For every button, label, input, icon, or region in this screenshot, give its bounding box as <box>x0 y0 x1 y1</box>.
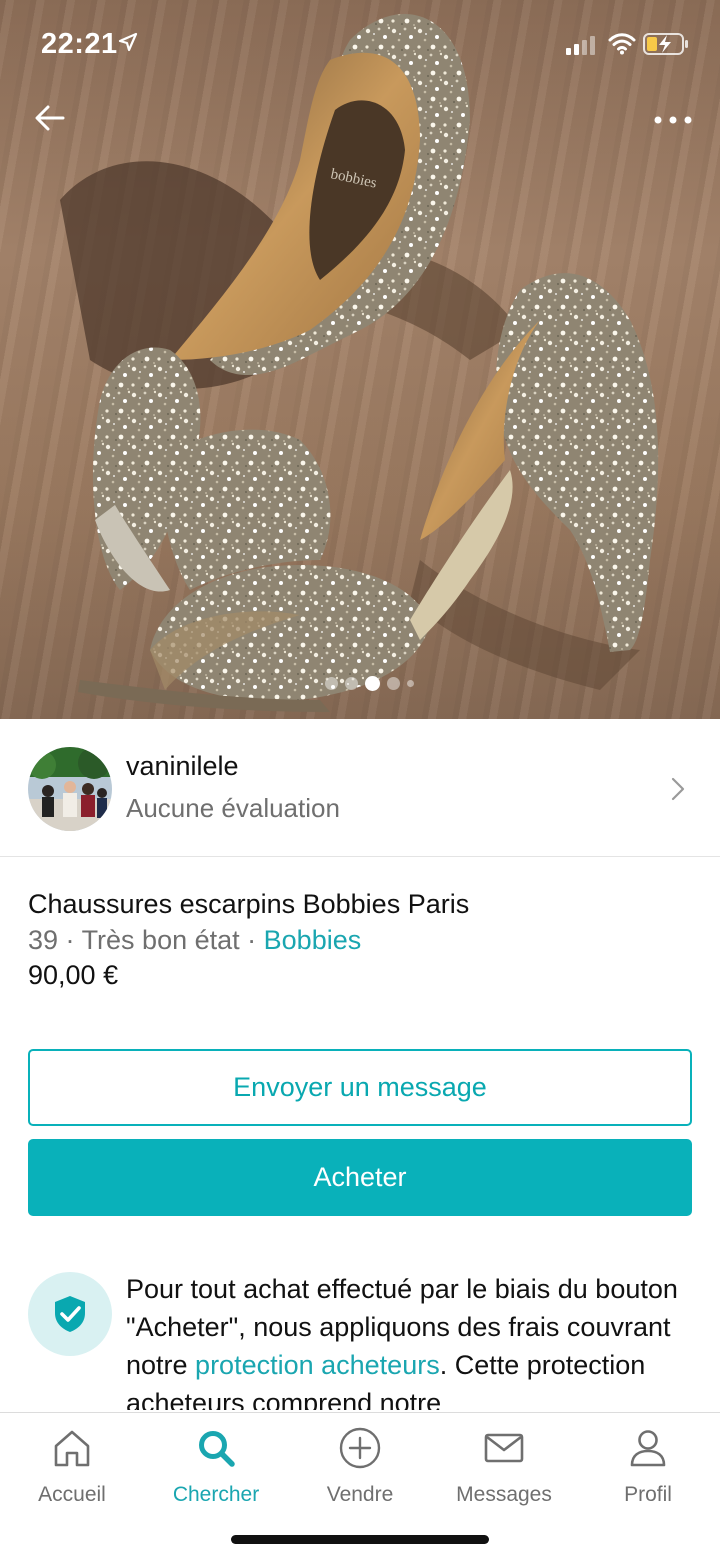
meta-separator: · <box>239 925 264 955</box>
more-horizontal-icon <box>654 116 692 124</box>
battery-charging-icon <box>643 33 688 55</box>
gallery-dot[interactable] <box>406 680 414 687</box>
shield-check-icon <box>55 1296 85 1332</box>
send-message-button[interactable]: Envoyer un message <box>28 1049 692 1126</box>
gallery-dot[interactable] <box>324 677 338 690</box>
wifi-icon <box>608 33 636 55</box>
user-icon <box>630 1430 666 1467</box>
item-photo-gallery[interactable]: bobbies 22:21 <box>0 0 720 719</box>
buy-button[interactable]: Acheter <box>28 1139 692 1216</box>
search-icon <box>199 1431 235 1467</box>
tab-messages[interactable]: Messages <box>432 1413 576 1513</box>
brand-link[interactable]: Bobbies <box>264 925 362 955</box>
gallery-dot-active[interactable] <box>364 676 380 691</box>
item-size: 39 <box>28 925 59 955</box>
tab-label: Messages <box>456 1483 552 1506</box>
gallery-dot[interactable] <box>386 677 400 690</box>
item-price: 90,00 € <box>28 960 119 990</box>
cellular-signal-icon <box>566 36 595 55</box>
protection-badge <box>28 1272 112 1356</box>
gallery-pagination <box>0 676 720 691</box>
status-bar: 22:21 <box>0 22 720 66</box>
meta-separator: · <box>58 925 82 955</box>
seller-avatar[interactable] <box>28 747 112 831</box>
tab-vendre[interactable]: Vendre <box>288 1413 432 1513</box>
more-options-button[interactable] <box>648 100 698 140</box>
bottom-tab-bar: Accueil Chercher Vendre Messages Profil <box>0 1412 720 1557</box>
back-button[interactable] <box>28 96 72 140</box>
location-arrow-icon <box>118 32 138 52</box>
seller-username: vaninilele <box>126 751 239 781</box>
item-meta: 39 · Très bon état · Bobbies <box>28 925 361 956</box>
home-indicator <box>231 1535 489 1544</box>
tab-accueil[interactable]: Accueil <box>0 1413 144 1513</box>
tab-label: Profil <box>624 1483 672 1506</box>
buyer-protection-text: Pour tout achat effectué par le biais du… <box>126 1270 696 1410</box>
status-time: 22:21 <box>41 28 118 60</box>
seller-rating: Aucune évaluation <box>126 793 340 823</box>
chevron-right-icon <box>671 777 685 801</box>
item-photo: bobbies <box>60 14 659 712</box>
plus-circle-icon <box>339 1427 381 1469</box>
tab-chercher[interactable]: Chercher <box>144 1413 288 1513</box>
gallery-dot[interactable] <box>344 677 358 690</box>
buyer-protection-link[interactable]: protection acheteurs <box>195 1350 440 1380</box>
seller-row[interactable]: vaninilele Aucune évaluation <box>0 719 720 857</box>
tab-label: Vendre <box>326 1483 394 1506</box>
tab-profil[interactable]: Profil <box>576 1413 720 1513</box>
mail-icon <box>484 1433 524 1463</box>
item-condition: Très bon état <box>81 925 240 955</box>
item-title: Chaussures escarpins Bobbies Paris <box>28 889 470 919</box>
home-icon <box>54 1430 90 1467</box>
arrow-left-icon <box>35 105 65 131</box>
avatar-photo <box>28 747 112 831</box>
tab-label: Accueil <box>38 1483 106 1506</box>
tab-label: Chercher <box>172 1483 260 1506</box>
